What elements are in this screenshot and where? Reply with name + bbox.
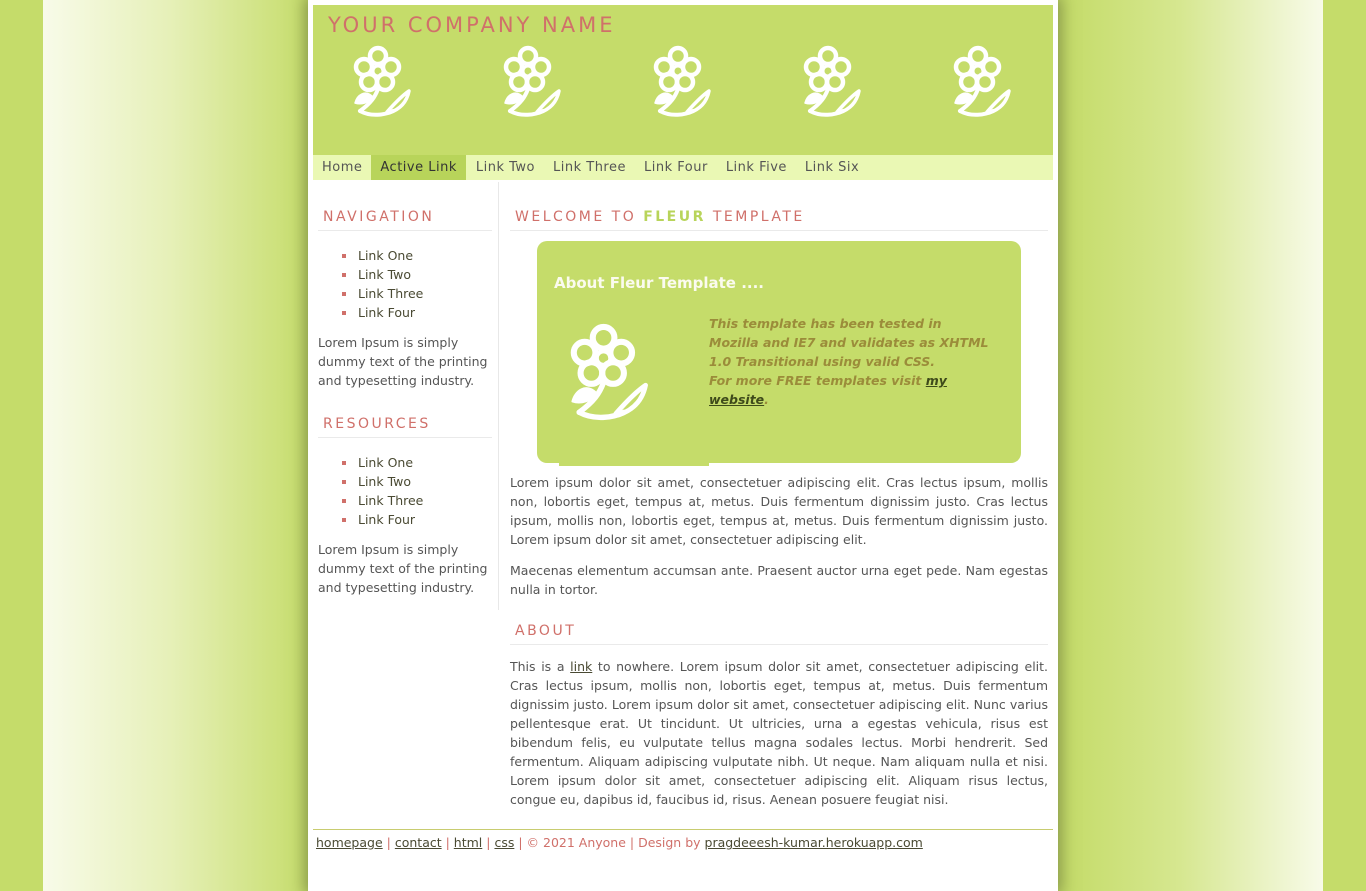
about-box-notch <box>559 463 709 466</box>
menu-link-three[interactable]: Link Three <box>544 155 635 180</box>
footer-html-link[interactable]: html <box>454 835 482 850</box>
about-box-title: About Fleur Template .... <box>554 274 764 292</box>
footer-homepage-link[interactable]: homepage <box>316 835 383 850</box>
about-box: About Fleur Template .... This template … <box>537 241 1021 466</box>
sidebar-nav-link-three[interactable]: Link Three <box>342 284 498 303</box>
navigation-heading: NAVIGATION <box>318 209 492 231</box>
menu-link-five[interactable]: Link Five <box>717 155 796 180</box>
about-box-text-1: This template has been tested in Mozilla… <box>709 316 989 369</box>
sidebar: NAVIGATION Link One Link Two Link Three … <box>318 182 499 610</box>
sidebar-nav-link-four[interactable]: Link Four <box>342 303 498 322</box>
main-content: WELCOME TO FLEUR TEMPLATE About Fleur Te… <box>510 182 1048 809</box>
flower-icon <box>567 321 651 425</box>
flower-icon <box>801 45 863 119</box>
flower-icon <box>351 45 413 119</box>
menu-active-link[interactable]: Active Link <box>371 155 466 180</box>
about-prefix: This is a <box>510 659 571 674</box>
page-container: YOUR COMPANY NAME Home Active Link Link … <box>308 0 1058 891</box>
about-box-text-2: For more FREE templates visit <box>709 373 926 388</box>
footer: homepage | contact | html | css | © 2021… <box>313 829 1053 855</box>
navigation-list: Link One Link Two Link Three Link Four <box>342 246 498 322</box>
welcome-highlight: FLEUR <box>643 209 706 225</box>
footer-contact-link[interactable]: contact <box>395 835 442 850</box>
intro-paragraph-1: Lorem ipsum dolor sit amet, consectetuer… <box>510 475 1048 547</box>
about-box-text-end: . <box>764 392 769 407</box>
welcome-suffix: TEMPLATE <box>705 209 805 225</box>
sidebar-res-link-four[interactable]: Link Four <box>342 510 498 529</box>
about-rest: to nowhere. Lorem ipsum dolor sit amet, … <box>510 659 1049 807</box>
about-box-text: This template has been tested in Mozilla… <box>709 314 994 409</box>
footer-separator: | <box>382 835 395 850</box>
footer-design-link[interactable]: pragdeeesh-kumar.herokuapp.com <box>705 835 923 850</box>
sidebar-res-link-two[interactable]: Link Two <box>342 472 498 491</box>
resources-list: Link One Link Two Link Three Link Four <box>342 453 498 529</box>
menu-link-six[interactable]: Link Six <box>796 155 868 180</box>
welcome-prefix: WELCOME TO <box>515 209 644 225</box>
menu-home[interactable]: Home <box>313 155 371 180</box>
navigation-text: Lorem Ipsum is simply dummy text of the … <box>318 335 488 388</box>
sidebar-nav-link-one[interactable]: Link One <box>342 246 498 265</box>
footer-copyright: | © 2021 Anyone | Design by <box>514 835 705 850</box>
footer-css-link[interactable]: css <box>494 835 514 850</box>
flower-icon <box>951 45 1013 119</box>
resources-heading: RESOURCES <box>318 416 492 438</box>
sidebar-res-link-one[interactable]: Link One <box>342 453 498 472</box>
footer-separator: | <box>482 835 495 850</box>
flower-icon <box>651 45 713 119</box>
sidebar-res-link-three[interactable]: Link Three <box>342 491 498 510</box>
header-banner: YOUR COMPANY NAME <box>313 5 1053 155</box>
sidebar-nav-link-two[interactable]: Link Two <box>342 265 498 284</box>
menu-link-four[interactable]: Link Four <box>635 155 717 180</box>
about-heading: ABOUT <box>510 623 1048 645</box>
footer-separator: | <box>441 835 454 850</box>
about-link[interactable]: link <box>570 659 592 674</box>
flower-icon <box>501 45 563 119</box>
company-name: YOUR COMPANY NAME <box>328 13 616 37</box>
menu-link-two[interactable]: Link Two <box>467 155 544 180</box>
welcome-heading: WELCOME TO FLEUR TEMPLATE <box>510 209 1048 231</box>
about-paragraph: This is a link to nowhere. Lorem ipsum d… <box>510 657 1048 809</box>
resources-text: Lorem Ipsum is simply dummy text of the … <box>318 542 488 595</box>
intro-paragraph-2: Maecenas elementum accumsan ante. Praese… <box>510 563 1048 597</box>
main-menu: Home Active Link Link Two Link Three Lin… <box>313 155 1053 180</box>
